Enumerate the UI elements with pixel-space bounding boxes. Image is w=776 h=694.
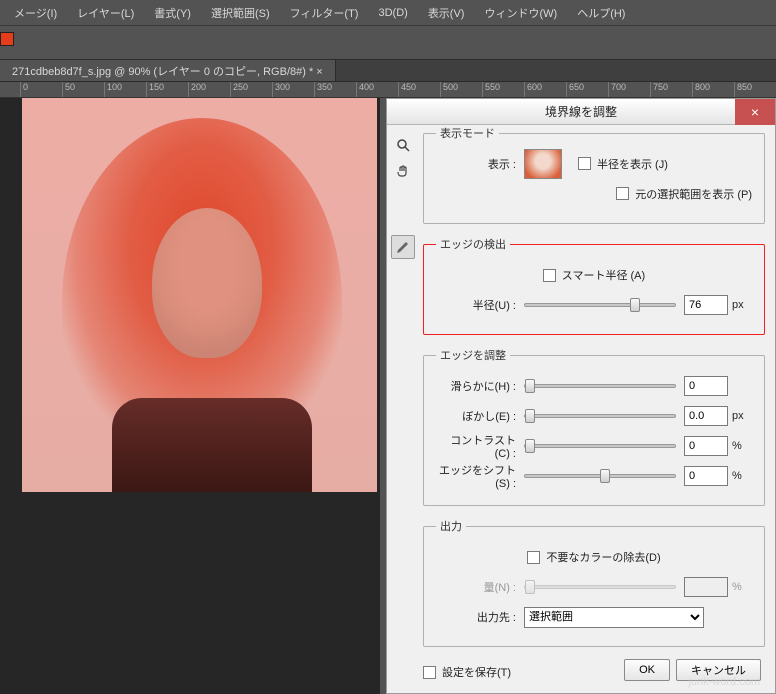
- remember-settings-checkbox[interactable]: [423, 666, 436, 679]
- dialog-titlebar[interactable]: 境界線を調整 ×: [387, 99, 775, 125]
- edge-detection-group: エッジの検出 スマート半径 (A) 半径(U) : px: [423, 236, 765, 335]
- smart-radius-label: スマート半径 (A): [562, 267, 645, 283]
- ruler-tick: 750: [650, 82, 668, 98]
- refine-edge-dialog: 境界線を調整 × 表示モード 表示 : 半径を表示 (J) 元の選択範囲を表示 …: [386, 98, 776, 694]
- document-tab-strip: 271cdbeb8d7f_s.jpg @ 90% (レイヤー 0 のコピー, R…: [0, 60, 776, 82]
- ruler-tick: 700: [608, 82, 626, 98]
- adjust-unit: %: [728, 440, 752, 452]
- adjust-slider[interactable]: [524, 384, 676, 388]
- amount-input: [684, 577, 728, 597]
- decontaminate-checkbox[interactable]: [527, 551, 540, 564]
- ruler-tick: 600: [524, 82, 542, 98]
- ruler-tick: 850: [734, 82, 752, 98]
- document-tab[interactable]: 271cdbeb8d7f_s.jpg @ 90% (レイヤー 0 のコピー, R…: [0, 60, 336, 81]
- menu-select[interactable]: 選択範囲(S): [201, 5, 280, 21]
- show-original-checkbox[interactable]: [616, 187, 629, 200]
- menu-filter[interactable]: フィルター(T): [280, 5, 369, 21]
- menu-view[interactable]: 表示(V): [418, 5, 475, 21]
- menu-layer[interactable]: レイヤー(L): [67, 5, 144, 21]
- adjust-input[interactable]: [684, 406, 728, 426]
- menu-type[interactable]: 書式(Y): [144, 5, 201, 21]
- options-bar: [0, 26, 776, 60]
- ruler-tick: 150: [146, 82, 164, 98]
- menu-image[interactable]: メージ(I): [4, 5, 67, 21]
- output-to-label: 出力先 :: [436, 609, 524, 625]
- radius-label: 半径(U) :: [436, 297, 524, 313]
- adjust-row: ぼかし(E) : px: [436, 403, 752, 429]
- ruler-tick: 50: [62, 82, 75, 98]
- view-mode-legend: 表示モード: [436, 125, 499, 141]
- adjust-slider[interactable]: [524, 444, 676, 448]
- smart-radius-checkbox[interactable]: [543, 269, 556, 282]
- menu-help[interactable]: ヘルプ(H): [567, 5, 635, 21]
- zoom-tool-icon[interactable]: [391, 133, 415, 157]
- refine-brush-tool-icon[interactable]: [391, 235, 415, 259]
- amount-label: 量(N) :: [436, 579, 524, 595]
- adjust-edge-group: エッジを調整 滑らかに(H) :ぼかし(E) :pxコントラスト(C) :%エッ…: [423, 347, 765, 506]
- ruler-tick: 550: [482, 82, 500, 98]
- adjust-slider[interactable]: [524, 474, 676, 478]
- view-mode-group: 表示モード 表示 : 半径を表示 (J) 元の選択範囲を表示 (P): [423, 125, 765, 224]
- ruler-tick: 450: [398, 82, 416, 98]
- adjust-label: 滑らかに(H) :: [436, 378, 524, 394]
- adjust-input[interactable]: [684, 376, 728, 396]
- close-button[interactable]: ×: [735, 99, 775, 125]
- amount-unit: %: [728, 581, 752, 593]
- radius-unit: px: [728, 299, 752, 311]
- ruler-tick: 350: [314, 82, 332, 98]
- adjust-unit: px: [728, 410, 752, 422]
- ruler-tick: 100: [104, 82, 122, 98]
- ruler-horizontal: 0 50 100 150 200 250 300 350 400 450 500 550 600 650 7…: [0, 82, 776, 98]
- output-legend: 出力: [436, 518, 466, 534]
- ruler-tick: 0: [20, 82, 28, 98]
- menu-3d[interactable]: 3D(D): [368, 7, 417, 19]
- show-radius-checkbox[interactable]: [578, 157, 591, 170]
- amount-slider: [524, 585, 676, 589]
- adjust-row: 滑らかに(H) :: [436, 373, 752, 399]
- ok-button[interactable]: OK: [624, 659, 670, 681]
- watermark: junk-word.com: [688, 676, 760, 688]
- view-label: 表示 :: [436, 156, 524, 172]
- ruler-tick: 400: [356, 82, 374, 98]
- adjust-unit: %: [728, 470, 752, 482]
- ruler-tick: 650: [566, 82, 584, 98]
- dialog-title-text: 境界線を調整: [545, 103, 617, 120]
- adjust-label: エッジをシフト (S) :: [436, 462, 524, 490]
- canvas[interactable]: [0, 98, 380, 694]
- hand-tool-icon[interactable]: [391, 159, 415, 183]
- output-to-select[interactable]: 選択範囲: [524, 607, 704, 628]
- adjust-edge-legend: エッジを調整: [436, 347, 510, 363]
- radius-input[interactable]: [684, 295, 728, 315]
- foreground-color-swatch[interactable]: [0, 32, 14, 46]
- view-thumbnail[interactable]: [524, 149, 562, 179]
- adjust-label: ぼかし(E) :: [436, 408, 524, 424]
- ruler-tick: 300: [272, 82, 290, 98]
- adjust-input[interactable]: [684, 466, 728, 486]
- decontaminate-label: 不要なカラーの除去(D): [546, 549, 660, 565]
- menu-window[interactable]: ウィンドウ(W): [474, 5, 567, 21]
- show-original-label: 元の選択範囲を表示 (P): [635, 189, 752, 201]
- edge-detection-legend: エッジの検出: [436, 236, 510, 252]
- image-portrait: [22, 98, 377, 492]
- remember-settings-label: 設定を保存(T): [442, 664, 511, 680]
- adjust-input[interactable]: [684, 436, 728, 456]
- ruler-tick: 500: [440, 82, 458, 98]
- selection-overlay: [22, 98, 377, 492]
- ruler-tick: 250: [230, 82, 248, 98]
- dialog-tool-column: [391, 133, 419, 261]
- ruler-tick: 200: [188, 82, 206, 98]
- adjust-row: エッジをシフト (S) :%: [436, 463, 752, 489]
- ruler-tick: 800: [692, 82, 710, 98]
- menu-bar: メージ(I) レイヤー(L) 書式(Y) 選択範囲(S) フィルター(T) 3D…: [0, 0, 776, 26]
- adjust-slider[interactable]: [524, 414, 676, 418]
- output-group: 出力 不要なカラーの除去(D) 量(N) : % 出力先 : 選択範囲: [423, 518, 765, 647]
- show-radius-label: 半径を表示 (J): [597, 159, 668, 171]
- adjust-label: コントラスト(C) :: [436, 432, 524, 460]
- adjust-row: コントラスト(C) :%: [436, 433, 752, 459]
- radius-slider[interactable]: [524, 303, 676, 307]
